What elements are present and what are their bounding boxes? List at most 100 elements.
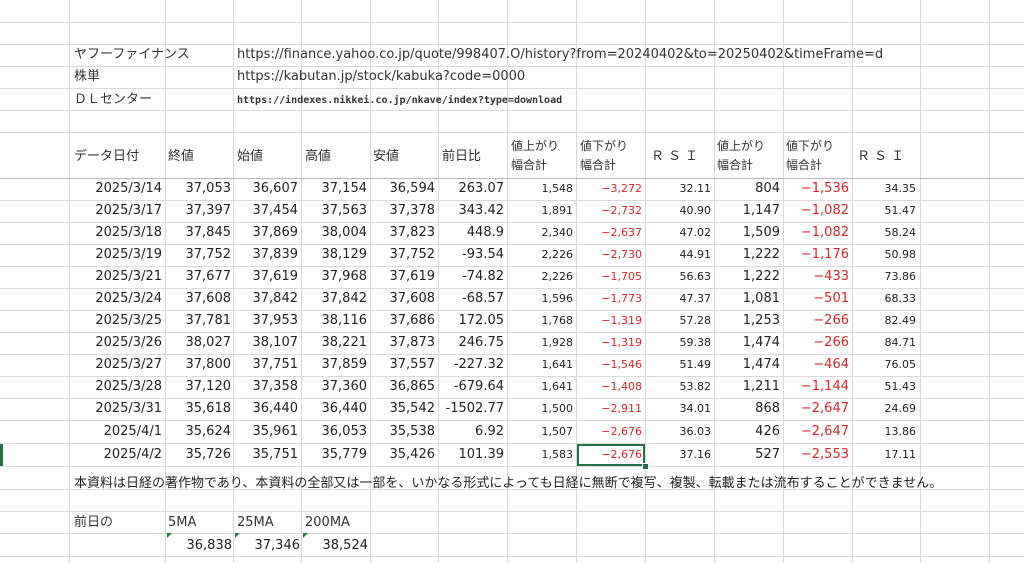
cell-rsi-1[interactable]: 40.90 [645, 203, 712, 219]
ma-header-200[interactable]: 200MA [305, 515, 350, 531]
cell-down-sum-2[interactable]: −266 [783, 335, 849, 351]
cell-open[interactable]: 37,454 [233, 203, 299, 219]
cell-close[interactable]: 35,726 [165, 447, 232, 463]
cell-up-sum-1[interactable]: 1,891 [507, 203, 574, 219]
cell-close[interactable]: 37,608 [165, 291, 232, 307]
cell-down-sum-1[interactable]: −2,732 [576, 203, 642, 219]
cell-down-sum-1[interactable]: −1,773 [576, 291, 642, 307]
cell-up-sum-2[interactable]: 1,474 [714, 357, 780, 373]
cell-down-sum-2[interactable]: −1,144 [783, 379, 849, 395]
cell-open[interactable]: 38,107 [233, 335, 299, 351]
cell-high[interactable]: 37,859 [301, 357, 368, 373]
cell-change[interactable]: 343.42 [438, 203, 505, 219]
cell-low[interactable]: 36,594 [370, 181, 436, 197]
cell-change[interactable]: 448.9 [438, 225, 504, 241]
cell-date[interactable]: 2025/3/27 [69, 357, 162, 373]
ma-label[interactable]: 前日の [74, 515, 113, 531]
cell-down-sum-2[interactable]: −2,553 [783, 447, 849, 463]
cell-down-sum-1[interactable]: −1,319 [576, 313, 642, 329]
cell-up-sum-2[interactable]: 1,081 [714, 291, 780, 307]
copyright-notice[interactable]: 本資料は日経の著作物であり、本資料の全部又は一部を、いかなる形式によっても日経に… [74, 472, 942, 491]
cell-rsi-2[interactable]: 58.24 [852, 225, 917, 241]
cell-low[interactable]: 37,557 [370, 357, 436, 373]
header-up-sum-2[interactable]: 値上がり 幅合計 [717, 138, 765, 173]
header-change[interactable]: 前日比 [442, 149, 481, 165]
cell-down-sum-2[interactable]: −266 [783, 313, 849, 329]
cell-open[interactable]: 37,869 [233, 225, 299, 241]
cell-date[interactable]: 2025/3/28 [69, 379, 162, 395]
cell-date[interactable]: 2025/4/2 [69, 447, 162, 463]
cell-close[interactable]: 35,624 [165, 424, 232, 440]
cell-up-sum-2[interactable]: 426 [714, 424, 780, 440]
header-down-sum-2[interactable]: 値下がり 幅合計 [786, 138, 834, 173]
cell-rsi-1[interactable]: 51.49 [645, 357, 712, 373]
cell-change[interactable]: -93.54 [438, 247, 504, 263]
cell-low[interactable]: 37,873 [370, 335, 436, 351]
cell-low[interactable]: 35,542 [370, 401, 436, 417]
cell-open[interactable]: 37,842 [233, 291, 299, 307]
cell-down-sum-2[interactable]: −1,082 [783, 203, 849, 219]
cell-high[interactable]: 36,440 [301, 401, 368, 417]
cell-up-sum-1[interactable]: 1,641 [507, 357, 574, 373]
cell-close[interactable]: 37,053 [165, 181, 232, 197]
cell-up-sum-2[interactable]: 1,222 [714, 247, 780, 263]
url-yahoo-finance[interactable]: https://finance.yahoo.co.jp/quote/998407… [237, 47, 883, 63]
cell-rsi-2[interactable]: 13.86 [852, 424, 917, 440]
cell-up-sum-1[interactable]: 2,226 [507, 269, 574, 285]
cell-rsi-1[interactable]: 57.28 [645, 313, 712, 329]
ma-header-5[interactable]: 5MA [168, 515, 196, 531]
cell-rsi-2[interactable]: 24.69 [852, 401, 917, 417]
cell-rsi-2[interactable]: 51.47 [852, 203, 917, 219]
cell-up-sum-1[interactable]: 1,596 [507, 291, 574, 307]
header-rsi-1[interactable]: ＲＳＩ [651, 149, 702, 165]
cell-down-sum-1[interactable]: −2,730 [576, 247, 642, 263]
cell-rsi-2[interactable]: 51.43 [852, 379, 917, 395]
cell-low[interactable]: 37,619 [370, 269, 436, 285]
cell-low[interactable]: 37,378 [370, 203, 436, 219]
cell-date[interactable]: 2025/3/17 [69, 203, 162, 219]
label-dl-center[interactable]: ＤＬセンター [74, 92, 152, 108]
cell-date[interactable]: 2025/3/21 [69, 269, 162, 285]
cell-close[interactable]: 37,845 [165, 225, 232, 241]
cell-low[interactable]: 37,608 [370, 291, 436, 307]
label-yahoo-finance[interactable]: ヤフーファイナンス [74, 47, 190, 63]
cell-close[interactable]: 37,120 [165, 379, 232, 395]
cell-up-sum-2[interactable]: 1,211 [714, 379, 780, 395]
cell-down-sum-2[interactable]: −2,647 [783, 401, 849, 417]
cell-up-sum-2[interactable]: 1,147 [714, 203, 780, 219]
cell-change[interactable]: -1502.77 [438, 401, 504, 417]
cell-down-sum-1[interactable]: −2,676 [576, 424, 642, 440]
cell-close[interactable]: 35,618 [165, 401, 232, 417]
cell-date[interactable]: 2025/3/18 [69, 225, 162, 241]
cell-open[interactable]: 37,751 [233, 357, 299, 373]
cell-date[interactable]: 2025/3/26 [69, 335, 162, 351]
cell-up-sum-1[interactable]: 1,583 [507, 447, 574, 463]
cell-down-sum-2[interactable]: −2,647 [783, 424, 849, 440]
cell-rsi-2[interactable]: 84.71 [852, 335, 917, 351]
cell-rsi-1[interactable]: 47.02 [645, 225, 712, 241]
ma-value-5[interactable]: 36,838 [168, 538, 233, 554]
cell-date[interactable]: 2025/3/14 [69, 181, 162, 197]
cell-down-sum-1[interactable]: −1,705 [576, 269, 642, 285]
cell-down-sum-1[interactable]: −1,546 [576, 357, 642, 373]
cell-change[interactable]: -74.82 [438, 269, 504, 285]
cell-rsi-2[interactable]: 73.86 [852, 269, 917, 285]
cell-low[interactable]: 35,426 [370, 447, 436, 463]
header-rsi-2[interactable]: ＲＳＩ [857, 149, 908, 165]
cell-rsi-1[interactable]: 37.16 [645, 447, 712, 463]
url-kabutan[interactable]: https://kabutan.jp/stock/kabuka?code=000… [237, 69, 525, 85]
ma-value-200[interactable]: 38,524 [304, 538, 369, 554]
cell-close[interactable]: 37,397 [165, 203, 232, 219]
cell-up-sum-1[interactable]: 2,340 [507, 225, 574, 241]
cell-down-sum-2[interactable]: −1,176 [783, 247, 849, 263]
cell-rsi-1[interactable]: 56.63 [645, 269, 712, 285]
cell-change[interactable]: 246.75 [438, 335, 505, 351]
cell-rsi-2[interactable]: 82.49 [852, 313, 917, 329]
url-dl-center[interactable]: https://indexes.nikkei.co.jp/nkave/index… [237, 93, 562, 109]
cell-date[interactable]: 2025/4/1 [69, 424, 162, 440]
cell-rsi-2[interactable]: 68.33 [852, 291, 917, 307]
cell-close[interactable]: 37,677 [165, 269, 232, 285]
cell-high[interactable]: 38,004 [301, 225, 368, 241]
cell-change[interactable]: -227.32 [438, 357, 504, 373]
cell-low[interactable]: 37,752 [370, 247, 436, 263]
